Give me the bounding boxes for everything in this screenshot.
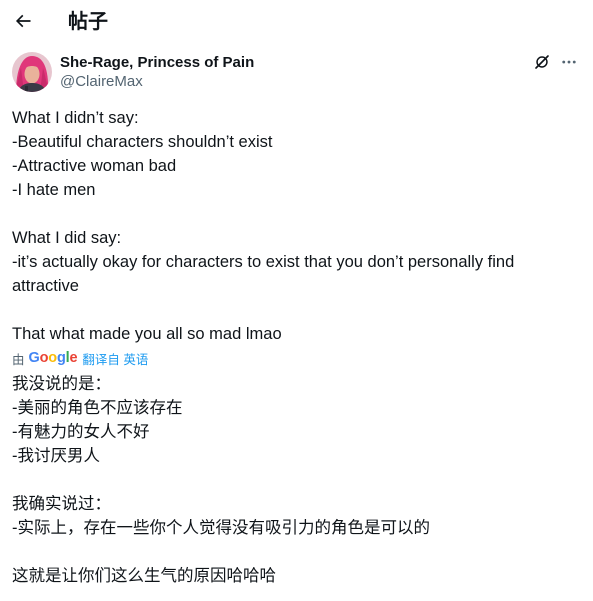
google-logo-letter: o xyxy=(48,350,57,366)
more-horizontal-icon xyxy=(562,60,576,64)
author-handle[interactable]: @ClaireMax xyxy=(60,72,143,91)
translated-from-link[interactable]: 翻译自 英语 xyxy=(82,349,148,368)
tweet-text-translated: 我没说的是： -美丽的角色不应该存在 -有魅力的女人不好 -我讨厌男人 我确实说… xyxy=(12,375,430,585)
google-logo-letter: o xyxy=(39,350,49,366)
more-options-button[interactable] xyxy=(556,51,582,73)
google-logo-letter: e xyxy=(69,350,78,366)
grok-icon xyxy=(535,55,549,69)
top-bar: 帖子 xyxy=(0,0,593,44)
avatar-image xyxy=(12,52,52,92)
back-button[interactable] xyxy=(10,8,36,34)
avatar[interactable] xyxy=(12,52,52,92)
author-display-name[interactable]: She-Rage, Princess of Pain xyxy=(60,53,254,72)
translation-attribution: 由 Google 翻译自 英语 xyxy=(12,348,148,368)
tweet-text-original: What I didn’t say: -Beautiful characters… xyxy=(12,109,515,343)
tweet-author: She-Rage, Princess of Pain @ClaireMax xyxy=(12,51,582,93)
arrow-left-icon xyxy=(15,14,31,28)
google-logo: Google xyxy=(29,350,78,366)
google-logo-letter: G xyxy=(28,350,40,366)
grok-button[interactable] xyxy=(531,51,553,73)
google-logo-letter: g xyxy=(56,350,66,366)
page-title: 帖子 xyxy=(68,11,108,33)
translation-by-label: 由 xyxy=(12,352,25,367)
